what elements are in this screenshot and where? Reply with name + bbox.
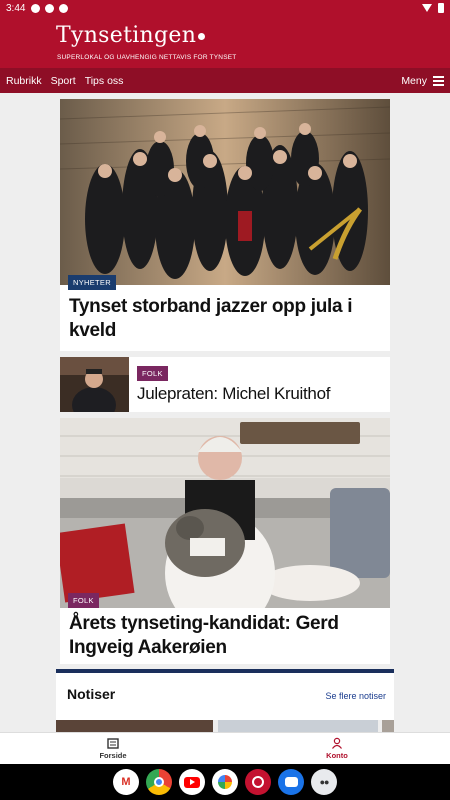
- category-label[interactable]: FOLK: [68, 593, 99, 608]
- site-tagline: SUPERLOKAL OG UAVHENGIG NETTAVIS FOR TYN…: [57, 54, 237, 61]
- menu-label: Meny: [401, 74, 427, 87]
- article-photo-woman-cat: [60, 418, 390, 608]
- see-more-notiser-link[interactable]: Se flere notiser: [325, 691, 386, 701]
- article-headline[interactable]: Julepraten: Michel Kruithof: [137, 384, 330, 404]
- notification-dot-icon: [45, 3, 55, 13]
- hamburger-icon: [433, 75, 444, 86]
- nav-forside-label: Forside: [99, 751, 127, 760]
- messages-icon[interactable]: [278, 769, 304, 795]
- masthead: Tynsetingen SUPERLOKAL OG UAVHENGIG NETT…: [0, 16, 450, 68]
- bottom-navigation: Forside Konto: [0, 732, 450, 764]
- site-title: Tynsetingen: [56, 23, 197, 48]
- article-photo-band: [60, 99, 390, 285]
- system-dock: M ●●: [0, 764, 450, 800]
- section-nav: Rubrikk Sport Tips oss Meny: [0, 68, 450, 93]
- nav-forside[interactable]: Forside: [83, 737, 143, 760]
- article-card-storband[interactable]: NYHETER Tynset storband jazzer opp jula …: [60, 99, 390, 351]
- notis-thumbnail[interactable]: [382, 720, 394, 732]
- notification-dot-icon: [59, 3, 69, 13]
- site-logo[interactable]: Tynsetingen: [56, 23, 206, 48]
- article-thumbnail-portrait: [60, 357, 129, 412]
- article-card-julepraten[interactable]: FOLK Julepraten: Michel Kruithof: [60, 357, 390, 412]
- battery-icon: [438, 3, 444, 13]
- chrome-icon[interactable]: [146, 769, 172, 795]
- article-card-tynseting-kandidat[interactable]: FOLK Årets tynseting-kandidat: Gerd Ingv…: [60, 418, 390, 664]
- article-headline[interactable]: Årets tynseting-kandidat: Gerd Ingveig A…: [69, 612, 339, 660]
- notiser-title: Notiser: [67, 686, 116, 702]
- youtube-icon[interactable]: [179, 769, 205, 795]
- menu-button[interactable]: Meny: [401, 75, 444, 87]
- notification-dot-icon: [31, 3, 41, 13]
- notis-thumbnail[interactable]: [218, 720, 378, 732]
- gmail-icon[interactable]: M: [113, 769, 139, 795]
- article-headline[interactable]: Tynset storband jazzer opp jula i kveld: [69, 295, 353, 343]
- category-label[interactable]: NYHETER: [68, 275, 116, 290]
- status-time: 3:44: [6, 2, 26, 14]
- nav-link-rubrikk[interactable]: Rubrikk: [6, 75, 42, 87]
- app-drawer-icon[interactable]: ●●: [311, 769, 337, 795]
- wifi-icon: [422, 4, 432, 12]
- notiser-section-header: Notiser Se flere notiser: [56, 673, 394, 720]
- newspaper-icon: [83, 737, 143, 749]
- nav-link-sport[interactable]: Sport: [51, 75, 76, 87]
- nav-link-tips-oss[interactable]: Tips oss: [85, 75, 124, 87]
- podcast-app-icon[interactable]: [245, 769, 271, 795]
- nav-konto[interactable]: Konto: [307, 737, 367, 760]
- status-bar: 3:44: [0, 0, 450, 16]
- notis-thumbnail[interactable]: [56, 720, 213, 732]
- logo-mark-icon: [198, 33, 206, 40]
- photos-icon[interactable]: [212, 769, 238, 795]
- account-icon: [307, 737, 367, 749]
- nav-konto-label: Konto: [326, 751, 348, 760]
- category-label[interactable]: FOLK: [137, 366, 168, 381]
